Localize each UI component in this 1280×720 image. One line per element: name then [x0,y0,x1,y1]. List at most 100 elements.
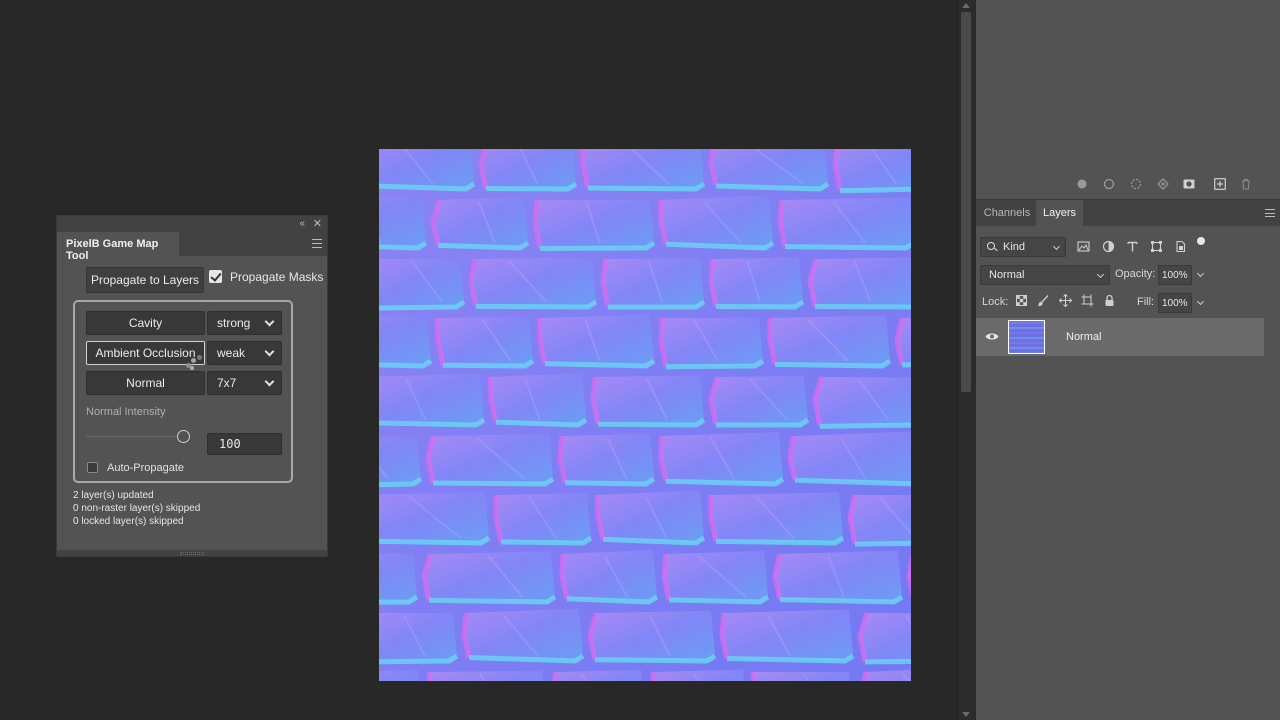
fill-input[interactable]: 100% [1158,293,1192,313]
opacity-chevron-icon[interactable] [1196,269,1205,278]
normal-intensity-label: Normal Intensity [86,406,166,418]
cavity-button[interactable]: Cavity [86,311,205,335]
scroll-up-arrow-icon[interactable] [962,3,970,8]
brick [560,433,654,484]
cavity-strength-select[interactable]: strong [207,311,282,335]
lock-transparent-pixels-icon[interactable] [1015,294,1028,307]
tab-layers[interactable]: Layers [1036,200,1083,226]
brick [664,550,768,602]
brick [379,314,431,366]
lock-image-pixels-icon[interactable] [1037,294,1050,307]
brick [379,149,474,189]
brick [835,149,911,191]
fill-chevron-icon[interactable] [1196,297,1205,306]
auto-propagate-checkbox[interactable] [87,462,98,473]
brick [590,610,715,661]
propagate-masks-label: Propagate Masks [230,270,324,284]
brick [379,373,484,425]
collapse-panel-icon[interactable]: « [299,218,305,229]
layers-panel-menu-icon[interactable] [1265,209,1275,217]
lock-artboard-icon[interactable] [1081,294,1094,307]
brick [790,431,911,484]
brick [428,434,553,484]
brick [379,553,417,603]
scroll-down-arrow-icon[interactable] [962,712,970,717]
fill-circle-icon[interactable] [1076,178,1088,190]
blend-mode-select[interactable]: Normal [980,265,1110,285]
lock-all-icon[interactable] [1103,294,1116,307]
opacity-input[interactable]: 100% [1158,265,1192,285]
filter-toggle-icon[interactable] [1196,236,1206,246]
new-item-icon[interactable] [1214,178,1226,190]
normal-button[interactable]: Normal [86,371,205,395]
chevron-down-icon [264,346,275,357]
close-icon[interactable]: ✕ [313,217,322,230]
add-mask-icon[interactable] [1183,178,1195,190]
panel-resize-bar[interactable] [57,550,327,556]
layers-panel-tabbar: Channels Layers [976,200,1280,226]
normal-intensity-slider-track[interactable] [86,436,184,437]
brick-edge-highlight [552,671,559,681]
brick [539,314,654,366]
normal-kernel-select[interactable]: 7x7 [207,371,282,395]
brick [464,608,583,661]
brick [711,149,828,189]
busy-cursor-icon [186,355,204,370]
propagate-to-layers-button[interactable]: Propagate to Layers [86,267,204,293]
brick [710,492,843,543]
brick [424,551,555,602]
visibility-eye-icon[interactable] [985,332,999,341]
panel-titlebar[interactable]: « ✕ [57,216,327,232]
brick [660,195,773,248]
document-canvas-normal-map[interactable] [379,149,911,681]
brick [850,495,911,545]
brick [711,375,808,425]
status-non-raster-skipped: 0 non-raster layer(s) skipped [73,503,201,514]
resize-grip-icon[interactable] [180,552,204,555]
chevron-down-icon [264,316,275,327]
normal-intensity-input[interactable]: 100 [207,433,282,455]
layers-panel: Channels Layers Kind Normal Opacity: 100… [976,199,1280,720]
brick [775,550,902,602]
ambient-occlusion-strength-select[interactable]: weak [207,341,282,365]
tab-pixelb-game-map-tool[interactable]: PixelB Game Map Tool [57,232,179,262]
brick [810,257,911,307]
path-to-shape-icon[interactable] [1157,178,1169,190]
brick [711,257,803,307]
brick [780,197,911,248]
brick [379,436,421,485]
panel-tab-row: PixelB Game Map Tool [57,232,327,262]
ambient-occlusion-strength-value: weak [217,346,246,360]
pixel-layer-filter-icon[interactable] [1077,240,1090,253]
upper-panel-toolbar [976,172,1280,196]
layer-thumbnail[interactable] [1008,320,1045,354]
brick [481,149,576,189]
smart-object-filter-icon[interactable] [1174,240,1187,253]
type-layer-filter-icon[interactable] [1126,240,1139,253]
pixelb-game-map-tool-panel: « ✕ PixelB Game Map Tool Propagate to La… [56,215,328,557]
brick [379,612,457,662]
brick [379,669,419,681]
opacity-label: Opacity: [1115,268,1156,280]
brick [379,259,464,308]
lock-position-icon[interactable] [1059,294,1072,307]
layer-row[interactable]: Normal [976,318,1264,356]
panel-menu-icon[interactable] [312,239,322,248]
brick [661,317,763,367]
canvas-vertical-scrollbar[interactable] [957,0,975,720]
stroke-circle-icon[interactable] [1103,178,1115,190]
brick-normal-map-image [379,149,911,681]
layer-name[interactable]: Normal [1066,331,1101,343]
brick [379,195,426,248]
shape-layer-filter-icon[interactable] [1150,240,1163,253]
layer-filter-kind-select[interactable]: Kind [980,237,1066,257]
selection-circle-icon[interactable] [1130,178,1142,190]
brick [603,258,704,308]
trash-icon[interactable] [1240,178,1252,190]
tab-channels[interactable]: Channels [978,200,1036,226]
propagate-masks-checkbox[interactable] [209,270,222,283]
search-icon [987,242,995,250]
scrollbar-thumb[interactable] [961,12,971,392]
adjustment-layer-filter-icon[interactable] [1102,240,1115,253]
normal-intensity-slider-knob[interactable] [177,430,190,443]
